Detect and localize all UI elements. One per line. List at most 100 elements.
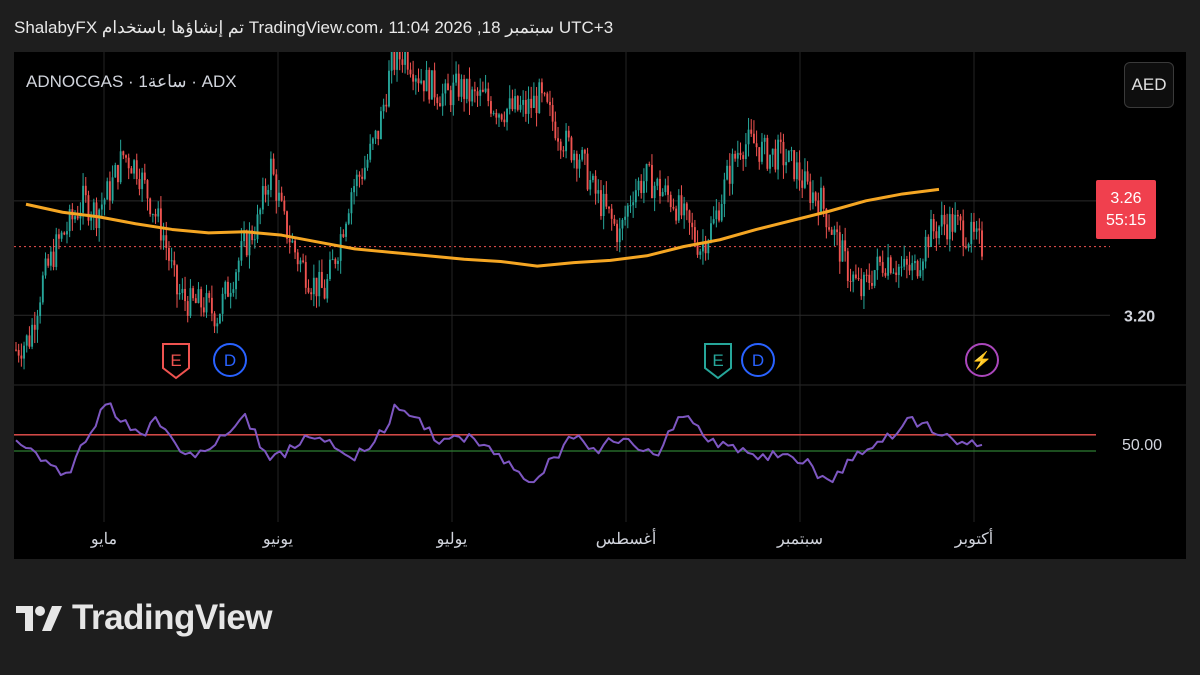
candle-body xyxy=(613,218,616,224)
candle-body xyxy=(20,355,23,359)
x-tick-label: يونيو xyxy=(262,531,293,548)
candle-body xyxy=(178,292,181,295)
candle-body xyxy=(347,213,350,224)
candle-body xyxy=(683,203,686,216)
candle-body xyxy=(710,223,712,241)
candle-body xyxy=(221,293,224,314)
candle-body xyxy=(755,143,758,148)
candle-body xyxy=(637,180,640,191)
candle-body xyxy=(946,224,949,240)
candle-body xyxy=(787,150,790,162)
price-chart[interactable]: مايويونيويوليوأغسطسسبتمبرأكتوبر3.303.20E… xyxy=(14,52,1186,559)
candle-body xyxy=(259,209,262,215)
candle-body xyxy=(769,154,771,169)
candle-body xyxy=(948,214,951,240)
marker-label: D xyxy=(224,351,236,370)
candle-body xyxy=(578,159,581,169)
marker-label: D xyxy=(752,351,764,370)
candle-body xyxy=(379,111,382,140)
candle-body xyxy=(938,226,941,239)
candle-body xyxy=(197,289,200,303)
candle-body xyxy=(677,195,680,221)
candle-body xyxy=(66,231,68,235)
candle-body xyxy=(361,176,364,179)
candle-body xyxy=(688,210,691,223)
candle-body xyxy=(624,216,627,220)
candle-body xyxy=(232,289,235,293)
candle-body xyxy=(718,210,720,221)
candle-body xyxy=(436,97,439,104)
candle-body xyxy=(192,288,195,299)
candle-body xyxy=(159,208,162,241)
candle-body xyxy=(374,130,377,139)
bar-countdown: 55:15 xyxy=(1105,211,1147,229)
candle-body xyxy=(240,241,243,261)
candle-body xyxy=(771,148,774,155)
candle-body xyxy=(978,228,981,231)
candle-body xyxy=(460,79,463,97)
x-tick-label: أكتوبر xyxy=(954,528,993,548)
candle-body xyxy=(530,98,533,108)
candle-body xyxy=(656,178,659,186)
candle-body xyxy=(680,195,683,216)
candle-body xyxy=(758,147,761,162)
candle-body xyxy=(98,209,101,229)
chart-caption: ShalabyFX تم إنشاؤها باستخدام TradingVie… xyxy=(14,18,614,37)
candle-body xyxy=(629,205,632,207)
candle-body xyxy=(409,69,412,75)
candle-body xyxy=(165,235,168,248)
candle-body xyxy=(820,187,822,215)
candle-body xyxy=(570,137,573,161)
oscillator-level-label: 50.00 xyxy=(1122,437,1162,454)
candle-body xyxy=(632,202,635,206)
candle-body xyxy=(973,221,975,232)
candle-body xyxy=(822,187,825,209)
candle-body xyxy=(865,274,868,276)
candle-body xyxy=(932,219,935,232)
candle-body xyxy=(726,165,729,180)
candle-body xyxy=(114,165,117,178)
candle-body xyxy=(930,219,932,247)
candle-body xyxy=(82,185,85,213)
candle-body xyxy=(49,251,52,266)
candle-body xyxy=(594,175,597,194)
candle-body xyxy=(913,261,916,264)
candle-body xyxy=(728,165,731,184)
candle-body xyxy=(801,180,804,188)
candle-body xyxy=(833,229,836,235)
candle-body xyxy=(420,80,423,84)
candle-body xyxy=(884,272,887,276)
chart-frame[interactable]: مايويونيويوليوأغسطسسبتمبرأكتوبر3.303.20E… xyxy=(14,52,1186,559)
candle-body xyxy=(417,78,420,84)
candle-body xyxy=(651,165,653,199)
candle-body xyxy=(895,272,898,275)
candle-body xyxy=(216,323,219,327)
candle-body xyxy=(39,302,42,317)
candle-body xyxy=(744,144,747,160)
currency-button[interactable]: AED xyxy=(1124,62,1174,108)
candle-body xyxy=(278,192,280,201)
candle-body xyxy=(272,158,275,175)
candle-body xyxy=(527,98,530,114)
candle-body xyxy=(111,177,114,201)
candle-body xyxy=(879,256,881,263)
candle-body xyxy=(358,174,361,177)
candle-body xyxy=(422,80,425,92)
candle-body xyxy=(734,153,737,159)
marker-label: ⚡ xyxy=(971,350,992,371)
candle-body xyxy=(253,239,256,241)
candle-body xyxy=(659,178,661,197)
candle-body xyxy=(589,179,592,190)
candle-body xyxy=(543,93,546,95)
candle-body xyxy=(723,179,726,204)
candle-body xyxy=(366,159,369,168)
y-tick-label: 3.20 xyxy=(1124,308,1155,325)
candle-body xyxy=(414,78,417,82)
candle-body xyxy=(430,70,433,100)
candle-body xyxy=(455,73,458,83)
candle-body xyxy=(173,260,176,266)
candle-body xyxy=(200,289,203,308)
candle-body xyxy=(712,219,715,224)
candle-body xyxy=(168,247,170,261)
candle-body xyxy=(181,288,184,293)
